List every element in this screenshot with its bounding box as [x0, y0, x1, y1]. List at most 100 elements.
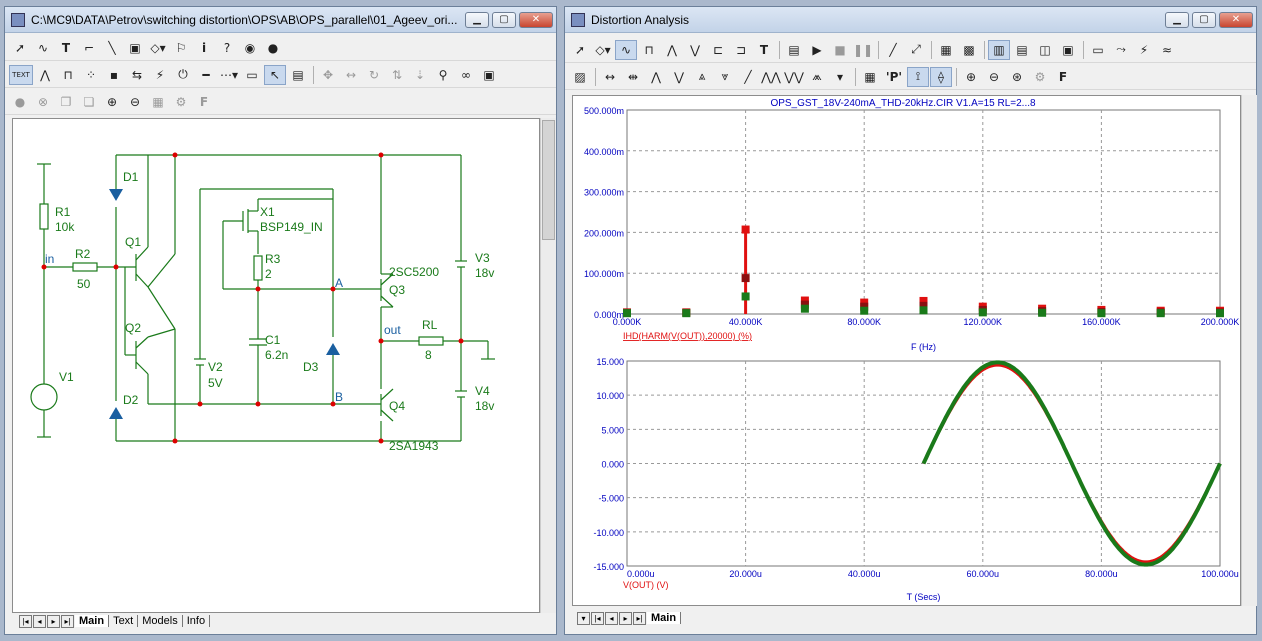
line-icon[interactable]: ╱: [882, 40, 904, 60]
tokens-icon[interactable]: ⚡: [1133, 40, 1155, 60]
maximize-button[interactable]: ▢: [492, 11, 516, 28]
paste-icon[interactable]: ❏: [78, 92, 100, 112]
analysis-titlebar[interactable]: Distortion Analysis ▁ ▢ ✕: [565, 7, 1256, 33]
last-page-icon[interactable]: ▸|: [61, 614, 74, 628]
node-numbers-icon[interactable]: ⋀: [34, 65, 56, 85]
last-page-icon[interactable]: ▸|: [633, 611, 646, 625]
settings-icon[interactable]: ⚙: [1029, 67, 1051, 87]
tab-info[interactable]: Info: [183, 615, 211, 627]
select-arrow-icon[interactable]: ➚: [9, 38, 31, 58]
prev-page-icon[interactable]: ◂: [605, 611, 618, 625]
copy-icon[interactable]: ❐: [55, 92, 77, 112]
table-icon[interactable]: ▦: [859, 67, 881, 87]
point-tag-icon[interactable]: ⟟: [907, 66, 929, 87]
cursor-left-icon[interactable]: ↔: [599, 67, 621, 87]
chart-icon[interactable]: ▨: [569, 67, 591, 87]
pin-icon[interactable]: ⊓: [57, 65, 79, 85]
settings-icon[interactable]: ⚙: [170, 92, 192, 112]
close-button[interactable]: ✕: [519, 11, 553, 28]
minimize-button[interactable]: ▁: [465, 11, 489, 28]
grid-dots-icon[interactable]: ⁘: [80, 65, 102, 85]
plot-frame-icon[interactable]: ▭: [1087, 40, 1109, 60]
select-arrow-icon[interactable]: ➚: [569, 40, 591, 60]
tab-main[interactable]: Main: [647, 612, 682, 624]
grid-vertical-icon[interactable]: ▥: [988, 39, 1010, 60]
inflection-icon[interactable]: ⩕: [806, 67, 828, 87]
zoom-out-icon[interactable]: ⊖: [124, 92, 146, 112]
multi-valley-icon[interactable]: ⋁⋁: [783, 67, 805, 87]
camera-icon[interactable]: ▦: [147, 92, 169, 112]
scroll-down-icon[interactable]: ▾: [577, 611, 590, 625]
binoculars-icon[interactable]: ∞: [455, 65, 477, 85]
zoom-fit-icon[interactable]: ⊛: [1006, 67, 1028, 87]
tag-icon[interactable]: ⊐: [730, 40, 752, 60]
schematic-titlebar[interactable]: C:\MC9\DATA\Petrov\switching distortion\…: [5, 7, 556, 33]
zoom-in-icon[interactable]: ⊕: [101, 92, 123, 112]
peak-high-icon[interactable]: ⩓: [691, 67, 713, 87]
record-icon[interactable]: ●: [262, 38, 284, 58]
zoom-out-icon[interactable]: ⊖: [983, 67, 1005, 87]
minimize-button[interactable]: ▁: [1165, 11, 1189, 28]
diagonal-wire-icon[interactable]: ╲: [101, 38, 123, 58]
tab-text[interactable]: Text: [109, 615, 139, 627]
cursor-right-icon[interactable]: ⇹: [622, 67, 644, 87]
scroll-thumb[interactable]: [542, 120, 555, 240]
p-button[interactable]: 'P': [882, 67, 906, 87]
pointer-icon[interactable]: ↖: [264, 64, 286, 85]
multi-peak-icon[interactable]: ⋀⋀: [760, 67, 782, 87]
peak-search-icon[interactable]: ⋀: [645, 67, 667, 87]
text-mode-button[interactable]: TEXT: [9, 64, 33, 85]
border-icon[interactable]: ▭: [241, 65, 263, 85]
text-tool-icon[interactable]: T: [55, 38, 77, 58]
flag-icon[interactable]: ⚐: [170, 38, 192, 58]
cursor-mode-icon[interactable]: ⊓: [638, 40, 660, 60]
pin-connections-icon[interactable]: ▪: [103, 65, 125, 85]
tab-models[interactable]: Models: [138, 615, 183, 627]
wave-icon[interactable]: ≈: [1156, 40, 1178, 60]
step-icon[interactable]: ⇣: [409, 65, 431, 85]
trend-icon[interactable]: ⤳: [1110, 40, 1132, 60]
grid-box-icon[interactable]: ▣: [1057, 40, 1079, 60]
rotate-icon[interactable]: ↻: [363, 65, 385, 85]
curve-icon[interactable]: ⤢: [905, 40, 927, 60]
run-icon[interactable]: ▶: [806, 40, 828, 60]
scale-icon[interactable]: ∿: [615, 39, 637, 60]
text-tool-icon[interactable]: T: [753, 40, 775, 60]
mirror-icon[interactable]: ↔: [340, 65, 362, 85]
grid-horizontal-icon[interactable]: ▤: [1011, 40, 1033, 60]
globe-icon[interactable]: ◉: [239, 38, 261, 58]
palette-icon[interactable]: ▾: [829, 67, 851, 87]
line-icon[interactable]: ━: [195, 65, 217, 85]
horizontal-tag-icon[interactable]: ⟠: [930, 66, 952, 87]
wire-wave-icon[interactable]: ∿: [32, 38, 54, 58]
component-icon[interactable]: ▣: [124, 38, 146, 58]
close-button[interactable]: ✕: [1219, 11, 1253, 28]
help-icon[interactable]: ?: [216, 38, 238, 58]
pause-icon[interactable]: ❚❚: [852, 40, 874, 60]
next-page-icon[interactable]: ▸: [47, 614, 60, 628]
stop-circle-icon[interactable]: ●: [9, 92, 31, 112]
first-page-icon[interactable]: |◂: [19, 614, 32, 628]
move-icon[interactable]: ✥: [317, 65, 339, 85]
peak-icon[interactable]: ⋀: [661, 40, 683, 60]
valley-low-icon[interactable]: ⩔: [714, 67, 736, 87]
dotted-grid-icon[interactable]: ⋯▾: [218, 65, 240, 85]
swap-icon[interactable]: ⇆: [126, 65, 148, 85]
on-icon[interactable]: ⏻: [172, 65, 194, 85]
grid-icon[interactable]: ▦: [935, 40, 957, 60]
find-icon[interactable]: ⚲: [432, 65, 454, 85]
schematic-vertical-scrollbar[interactable]: [540, 118, 556, 613]
stop-icon[interactable]: ■: [829, 40, 851, 60]
cancel-circle-icon[interactable]: ⊗: [32, 92, 54, 112]
info-icon[interactable]: i: [193, 38, 215, 58]
shapes-icon[interactable]: ◇▾: [147, 38, 169, 58]
slope-icon[interactable]: ╱: [737, 67, 759, 87]
shapes-icon[interactable]: ◇▾: [592, 40, 614, 60]
properties-icon[interactable]: ▤: [287, 65, 309, 85]
first-page-icon[interactable]: |◂: [591, 611, 604, 625]
properties-icon[interactable]: ▤: [783, 40, 805, 60]
font-icon[interactable]: F: [193, 92, 215, 112]
analysis-vertical-scrollbar[interactable]: [1241, 95, 1257, 606]
grid-fine-icon[interactable]: ▩: [958, 40, 980, 60]
schematic-canvas[interactable]: R1 10k R2 50 D1 D2 Q1 Q2 V1 V2 5V X1 BSP…: [12, 118, 540, 613]
